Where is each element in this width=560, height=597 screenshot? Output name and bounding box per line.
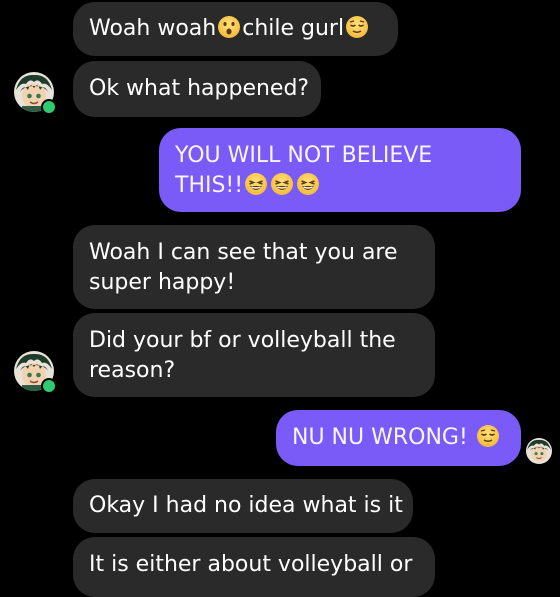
laughing-face-icon	[296, 172, 320, 196]
message-text-line: THIS!!	[175, 173, 244, 198]
message-bubble-outgoing[interactable]: NU NU WRONG!	[276, 410, 521, 466]
message-text: NU NU WRONG!	[292, 425, 475, 450]
message-bubble-incoming[interactable]: Did your bf or volleyball the reason?	[73, 313, 435, 397]
message-text: chile gurl	[242, 16, 345, 41]
message-bubble-outgoing[interactable]: YOU WILL NOT BELIEVE THIS!!	[159, 128, 521, 212]
message-bubble-incoming[interactable]: It is either about volleyball or	[73, 537, 435, 597]
self-avatar-image	[526, 438, 552, 464]
message-bubble-incoming[interactable]: Woah I can see that you are super happy!	[73, 225, 435, 309]
online-status-dot	[41, 99, 57, 115]
message-text-line: super happy!	[89, 270, 236, 295]
self-avatar	[526, 438, 552, 464]
online-status-dot	[41, 378, 57, 394]
message-text-line: YOU WILL NOT BELIEVE	[175, 143, 433, 168]
message-bubble-incoming[interactable]: Woah woah chile gurl	[73, 2, 398, 56]
message-text: Woah woah	[89, 16, 217, 41]
message-bubble-incoming[interactable]: Okay I had no idea what is it	[73, 479, 413, 533]
message-text-line: reason?	[89, 358, 176, 383]
message-text: Okay I had no idea what is it	[89, 493, 403, 518]
message-text: Ok what happened?	[89, 76, 310, 101]
laughing-face-icon	[270, 172, 294, 196]
contact-avatar[interactable]	[14, 351, 57, 394]
contact-avatar[interactable]	[14, 72, 57, 115]
message-text-line: Woah I can see that you are	[89, 240, 398, 265]
relieved-face-icon	[345, 15, 369, 39]
laughing-face-icon	[244, 172, 268, 196]
message-text: It is either about volleyball or	[89, 552, 413, 577]
astonished-face-icon	[217, 15, 241, 39]
relieved-face-icon	[476, 424, 500, 448]
message-bubble-incoming[interactable]: Ok what happened?	[73, 61, 321, 117]
message-text-line: Did your bf or volleyball the	[89, 328, 396, 353]
